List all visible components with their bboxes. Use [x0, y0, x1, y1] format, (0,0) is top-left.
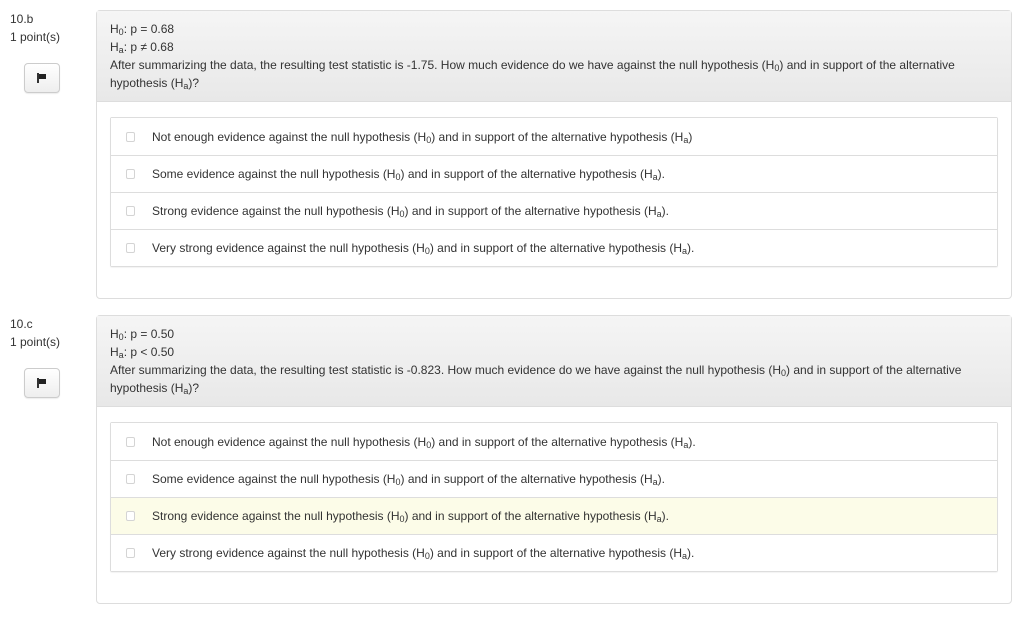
- question-text: After summarizing the data, the resultin…: [110, 58, 955, 91]
- flag-icon: [37, 73, 47, 83]
- alternative-hypothesis: Ha: p ≠ 0.68: [110, 40, 174, 55]
- checkbox[interactable]: [126, 436, 135, 447]
- question-info: 10.c 1 point(s): [10, 315, 90, 398]
- checkbox[interactable]: [126, 131, 135, 142]
- answer-option[interactable]: Strong evidence against the null hypothe…: [111, 192, 997, 229]
- answer-option[interactable]: Very strong evidence against the null hy…: [111, 229, 997, 266]
- flag-question-button[interactable]: [24, 63, 60, 93]
- answer-options: Not enough evidence against the null hyp…: [110, 117, 998, 267]
- answer-options: Not enough evidence against the null hyp…: [110, 422, 998, 572]
- question-stem: H0: p = 0.68 Ha: p ≠ 0.68 After summariz…: [97, 11, 1011, 102]
- checkbox[interactable]: [126, 511, 135, 521]
- flag-icon: [37, 378, 47, 388]
- question-number: 10.b: [10, 12, 34, 26]
- answer-option[interactable]: Some evidence against the null hypothesi…: [111, 460, 997, 497]
- checkbox[interactable]: [126, 169, 135, 179]
- option-label: Strong evidence against the null hypothe…: [152, 509, 669, 524]
- option-label: Some evidence against the null hypothesi…: [152, 472, 665, 487]
- checkbox[interactable]: [126, 243, 135, 253]
- option-label: Not enough evidence against the null hyp…: [152, 434, 696, 450]
- answer-option[interactable]: Not enough evidence against the null hyp…: [111, 118, 997, 155]
- question-info: 10.b 1 point(s): [10, 10, 90, 93]
- option-label: Very strong evidence against the null hy…: [152, 546, 695, 561]
- checkbox[interactable]: [126, 474, 135, 484]
- null-hypothesis: H0: p = 0.68: [110, 22, 175, 37]
- checkbox[interactable]: [126, 206, 135, 216]
- option-label: Very strong evidence against the null hy…: [152, 241, 695, 256]
- question-number: 10.c: [10, 317, 33, 331]
- checkbox[interactable]: [126, 548, 135, 558]
- question-points: 1 point(s): [10, 335, 61, 349]
- alternative-hypothesis: Ha: p < 0.50: [110, 345, 175, 360]
- question-points: 1 point(s): [10, 30, 61, 44]
- answer-option[interactable]: Not enough evidence against the null hyp…: [111, 423, 997, 460]
- question-stem: H0: p = 0.50 Ha: p < 0.50 After summariz…: [97, 316, 1011, 407]
- question-panel: H0: p = 0.50 Ha: p < 0.50 After summariz…: [96, 315, 1012, 604]
- flag-question-button[interactable]: [24, 368, 60, 398]
- question-text: After summarizing the data, the resultin…: [110, 363, 962, 396]
- answer-option-highlighted[interactable]: Strong evidence against the null hypothe…: [111, 497, 997, 534]
- question-panel: H0: p = 0.68 Ha: p ≠ 0.68 After summariz…: [96, 10, 1012, 299]
- null-hypothesis: H0: p = 0.50: [110, 327, 175, 342]
- option-label: Not enough evidence against the null hyp…: [152, 129, 693, 145]
- answer-option[interactable]: Very strong evidence against the null hy…: [111, 534, 997, 571]
- option-label: Some evidence against the null hypothesi…: [152, 167, 665, 182]
- answer-option[interactable]: Some evidence against the null hypothesi…: [111, 155, 997, 192]
- option-label: Strong evidence against the null hypothe…: [152, 204, 669, 219]
